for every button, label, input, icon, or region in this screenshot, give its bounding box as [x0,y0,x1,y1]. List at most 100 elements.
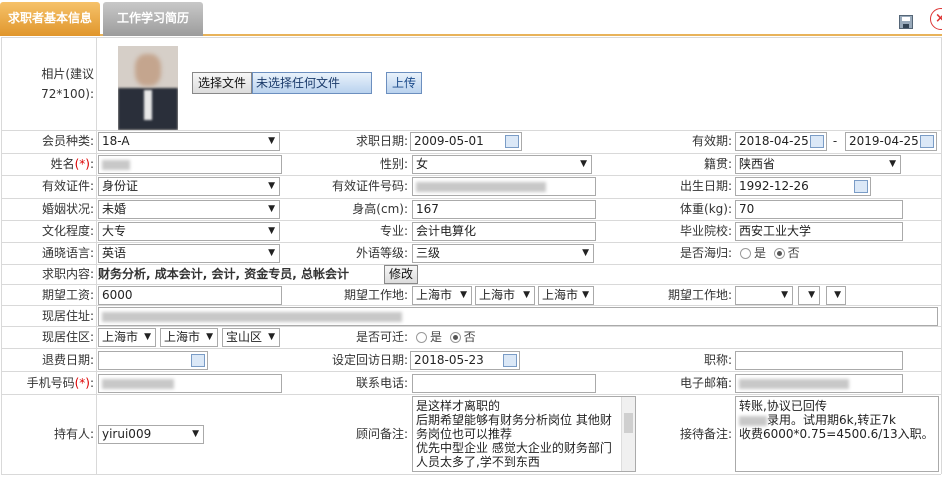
note-line: 务岗位也可以推荐 [416,427,513,441]
work-location-2-district[interactable]: ▼ [826,286,846,305]
district-province[interactable]: 上海市 ▼ [98,328,156,347]
row-divider [1,474,941,475]
valid-from-input[interactable]: 2018-04-25 [735,132,827,151]
row-divider [1,242,941,243]
gender-select[interactable]: 女 ▼ [412,155,592,174]
language-level-label: 外语等级: [355,246,408,260]
upload-button[interactable]: 上传 [386,72,422,94]
row-divider [1,175,941,176]
apply-date-input[interactable]: 2009-05-01 [410,132,522,151]
member-type-label: 会员种类: [41,134,94,148]
reception-note-textarea[interactable]: 转账,协议已回传 录用。试用期6k,转正7k 收费6000*0.75=4500.… [735,396,939,472]
note-line: 转账,协议已回传 [739,399,827,413]
close-icon[interactable]: × [930,8,942,30]
job-content-label: 求职内容: [41,267,94,281]
mobile-label: 手机号码(*): [26,376,94,390]
overseas-no-radio[interactable] [773,248,785,259]
id-type-label: 有效证件: [41,179,94,193]
revisit-date-input[interactable]: 2018-05-23 [410,351,520,370]
row-divider [1,394,941,395]
tab-basic-info[interactable]: 求职者基本信息 [0,2,100,36]
name-input[interactable] [98,155,282,174]
work-location-2-province[interactable]: ▼ [735,286,793,305]
holder-select[interactable]: yirui009 ▼ [98,425,204,444]
gender-label: 性别: [379,157,408,171]
major-input[interactable]: 会计电算化 [412,222,596,241]
phone-input[interactable] [412,374,596,393]
relocate-no-radio[interactable] [449,332,461,343]
note-line: 收费6000*0.75=4500.6/13入职。 [739,427,934,441]
calendar-icon[interactable] [810,135,824,148]
choose-file-button[interactable]: 选择文件 [192,72,252,94]
work-location-district[interactable]: 上海市 ▼ [538,286,594,305]
language-select[interactable]: 英语 ▼ [98,244,280,263]
birth-date-input[interactable]: 1992-12-26 [735,177,871,196]
marital-select[interactable]: 未婚 ▼ [98,200,280,219]
work-location-city[interactable]: 上海市 ▼ [475,286,535,305]
scrollbar-thumb[interactable] [624,413,633,433]
chevron-down-icon: ▼ [582,290,589,300]
calendar-icon[interactable] [505,135,519,148]
school-input[interactable]: 西安工业大学 [735,222,903,241]
calendar-icon[interactable] [503,354,517,367]
photo-label: 相片(建议72*100): [41,67,94,101]
district-city[interactable]: 上海市 ▼ [160,328,218,347]
work-location-2-label: 期望工作地: [667,288,732,302]
refund-date-label: 退费日期: [41,353,94,367]
relocate-label: 是否可迁: [355,330,408,344]
row-divider [1,153,941,154]
education-select[interactable]: 大专 ▼ [98,222,280,241]
valid-sep: - [832,134,838,148]
id-type-select[interactable]: 身份证 ▼ [98,177,280,196]
overseas-label: 是否海归: [679,246,732,260]
row-divider [1,305,941,306]
id-number-input[interactable] [412,177,596,196]
work-location-province[interactable]: 上海市 ▼ [412,286,472,305]
calendar-icon[interactable] [920,135,934,148]
school-label: 毕业院校: [679,224,732,238]
weight-label: 体重(kg): [680,202,732,216]
redacted-text [102,311,402,322]
native-place-select[interactable]: 陕西省 ▼ [735,155,901,174]
calendar-icon[interactable] [191,354,205,367]
mobile-input[interactable] [98,374,282,393]
member-type-select[interactable]: 18-A ▼ [98,132,280,151]
chevron-down-icon: ▼ [268,136,275,146]
weight-input[interactable]: 70 [735,200,903,219]
relocate-yes-radio[interactable] [416,332,427,343]
chevron-down-icon: ▼ [460,290,467,300]
note-line: 人员太多了,学不到东西 [416,455,540,469]
edit-job-content-button[interactable]: 修改 [384,265,418,284]
chevron-down-icon: ▼ [523,290,530,300]
note-line: 后期希望能够有财务分析岗位 其他财 [416,413,612,427]
address-input[interactable] [98,307,938,326]
textarea-scrollbar[interactable] [621,397,635,471]
chevron-down-icon: ▼ [268,226,275,236]
district-area[interactable]: 宝山区 ▼ [222,328,280,347]
email-label: 电子邮箱: [679,376,732,390]
note-line: 是这样才离职的 [416,399,501,413]
valid-to-input[interactable]: 2019-04-25 [845,132,937,151]
apply-date-label: 求职日期: [355,134,408,148]
overseas-radio-group: 是 否 [740,244,800,262]
education-label: 文化程度: [41,224,94,238]
language-level-select[interactable]: 三级 ▼ [412,244,594,263]
salary-input[interactable]: 6000 [98,286,282,305]
work-location-2-city[interactable]: ▼ [798,286,820,305]
district-label: 现居住区: [41,330,94,344]
consultant-note-textarea[interactable]: 是这样才离职的 后期希望能够有财务分析岗位 其他财 务岗位也可以推荐 优先中型企… [412,396,636,472]
chevron-down-icon: ▼ [268,181,275,191]
language-label: 通晓语言: [41,246,94,260]
row-divider [1,220,941,221]
height-input[interactable]: 167 [412,200,596,219]
overseas-yes-radio[interactable] [740,248,751,259]
refund-date-input[interactable] [98,351,208,370]
tab-resume[interactable]: 工作学习简历 [103,2,203,36]
email-input[interactable] [735,374,903,393]
calendar-icon[interactable] [854,180,868,193]
note-line: 优先中型企业 感觉大企业的财务部门 [416,441,612,455]
save-icon[interactable] [899,15,913,29]
job-title-input[interactable] [735,351,903,370]
chevron-down-icon: ▼ [192,429,199,439]
marital-label: 婚姻状况: [41,202,94,216]
